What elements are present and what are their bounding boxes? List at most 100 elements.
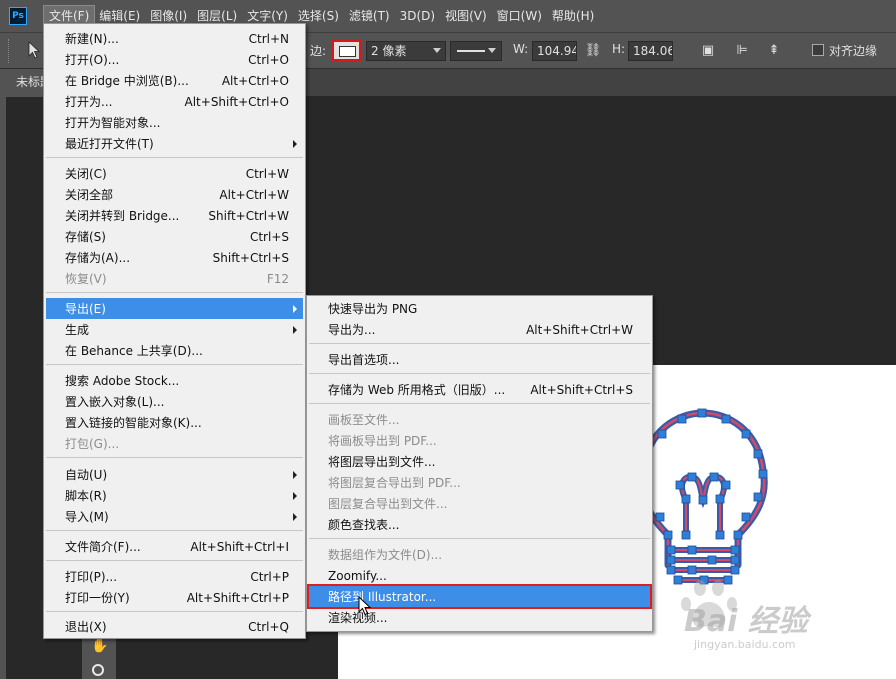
menu-item-automate[interactable]: 自动(U) bbox=[46, 464, 303, 485]
menu-item-place-linked[interactable]: 置入链接的智能对象(K)... bbox=[46, 412, 303, 433]
menu-item-open-as-smart-object[interactable]: 打开为智能对象... bbox=[46, 112, 303, 133]
menu-item-save-as[interactable]: 存储为(A)... Shift+Ctrl+S bbox=[46, 247, 303, 268]
menu-item-label: 在 Bridge 中浏览(B)... bbox=[65, 74, 189, 88]
menu-item-scripts[interactable]: 脚本(R) bbox=[46, 485, 303, 506]
menu-item-artboards-to-pdf[interactable]: 将画板导出到 PDF... bbox=[309, 430, 650, 451]
zoom-tool-icon[interactable] bbox=[92, 664, 104, 676]
submenu-arrow-icon bbox=[293, 305, 297, 313]
menu-item-label: 导出为... bbox=[328, 323, 376, 337]
height-label: H: bbox=[612, 42, 626, 56]
menu-item-search-adobe-stock[interactable]: 搜索 Adobe Stock... bbox=[46, 370, 303, 391]
menu-item-place-embedded[interactable]: 置入嵌入对象(L)... bbox=[46, 391, 303, 412]
watermark-url: jingyan.baidu.com bbox=[694, 638, 796, 651]
menu-separator bbox=[46, 157, 303, 158]
menu-item-label: 搜索 Adobe Stock... bbox=[65, 374, 180, 388]
menu-item-label: 导出首选项... bbox=[328, 353, 400, 367]
menu-item-exit[interactable]: 退出(X) Ctrl+Q bbox=[46, 616, 303, 637]
tools-panel-lower: ✋ bbox=[82, 632, 116, 679]
menu-item-label: 恢复(V) bbox=[65, 272, 107, 286]
menu-item-label: 导出(E) bbox=[65, 302, 106, 316]
menu-item-shortcut: Alt+Shift+Ctrl+I bbox=[190, 539, 289, 554]
menu-item-print[interactable]: 打印(P)... Ctrl+P bbox=[46, 566, 303, 587]
stroke-style-chevron-down-icon[interactable] bbox=[488, 48, 496, 53]
menu-item-label: 在 Behance 上共享(D)... bbox=[65, 344, 203, 358]
menu-item-shortcut: Ctrl+S bbox=[249, 229, 289, 244]
menu-item-browse-in-bridge[interactable]: 在 Bridge 中浏览(B)... Alt+Ctrl+O bbox=[46, 70, 303, 91]
menu-item-label: 脚本(R) bbox=[65, 489, 107, 503]
menu-item-layers-to-files[interactable]: 将图层导出到文件... bbox=[309, 451, 650, 472]
menu-item-file-info[interactable]: 文件简介(F)... Alt+Shift+Ctrl+I bbox=[46, 536, 303, 557]
menu-item-label: 将画板导出到 PDF... bbox=[328, 434, 437, 448]
menu-item-close-and-go-to-bridge[interactable]: 关闭并转到 Bridge... Shift+Ctrl+W bbox=[46, 205, 303, 226]
menu-item-shortcut: Shift+Ctrl+W bbox=[208, 208, 289, 223]
menu-item-shortcut: Ctrl+Q bbox=[248, 619, 289, 634]
menu-item-label: 存储为 Web 所用格式（旧版）... bbox=[328, 383, 506, 397]
menu-item-open[interactable]: 打开(O)... Ctrl+O bbox=[46, 49, 303, 70]
menu-item-close[interactable]: 关闭(C) Ctrl+W bbox=[46, 163, 303, 184]
menu-item-shortcut: Ctrl+P bbox=[250, 569, 289, 584]
menu-item-close-all[interactable]: 关闭全部 Alt+Ctrl+W bbox=[46, 184, 303, 205]
hand-tool-icon[interactable]: ✋ bbox=[91, 638, 108, 654]
menu-item-data-sets-as-files[interactable]: 数据组作为文件(D)... bbox=[309, 544, 650, 565]
menu-item-label: 关闭全部 bbox=[65, 188, 114, 202]
path-selection-tool-icon[interactable] bbox=[27, 41, 41, 59]
menu-item-open-recent[interactable]: 最近打开文件(T) bbox=[46, 133, 303, 154]
file-menu: 新建(N)... Ctrl+N 打开(O)... Ctrl+O 在 Bridge 中… bbox=[43, 23, 306, 639]
menu-item-label: 路径到 Illustrator... bbox=[328, 590, 437, 604]
menu-help[interactable]: 帮助(H) bbox=[547, 6, 599, 26]
width-input[interactable]: 104.94 | bbox=[532, 41, 577, 61]
menu-item-layer-comps-to-files[interactable]: 图层复合导出到文件... bbox=[309, 493, 650, 514]
path-alignment-icon[interactable]: ⊫ bbox=[732, 41, 752, 61]
menu-item-shortcut: Alt+Shift+Ctrl+W bbox=[526, 322, 633, 337]
menu-item-share-on-behance[interactable]: 在 Behance 上共享(D)... bbox=[46, 340, 303, 361]
menu-filter[interactable]: 滤镜(T) bbox=[344, 6, 395, 26]
menu-item-export[interactable]: 导出(E) bbox=[46, 298, 303, 319]
menu-item-package[interactable]: 打包(G)... bbox=[46, 433, 303, 454]
align-edges-checkbox[interactable] bbox=[812, 44, 824, 56]
menu-separator bbox=[46, 292, 303, 293]
menu-item-quick-export-png[interactable]: 快速导出为 PNG bbox=[309, 298, 650, 319]
menu-separator bbox=[46, 457, 303, 458]
menu-item-layer-comps-to-pdf[interactable]: 将图层复合导出到 PDF... bbox=[309, 472, 650, 493]
menu-item-shortcut: Ctrl+N bbox=[248, 31, 289, 46]
options-bar-grip[interactable] bbox=[8, 39, 11, 63]
stroke-width-chevron-down-icon[interactable] bbox=[433, 48, 441, 53]
path-operations-icon[interactable]: ▣ bbox=[698, 41, 718, 61]
menu-item-label: 置入链接的智能对象(K)... bbox=[65, 416, 202, 430]
menu-window[interactable]: 窗口(W) bbox=[492, 6, 547, 26]
menu-item-save[interactable]: 存储(S) Ctrl+S bbox=[46, 226, 303, 247]
menu-item-label: 将图层导出到文件... bbox=[328, 455, 436, 469]
menu-item-print-one-copy[interactable]: 打印一份(Y) Alt+Shift+Ctrl+P bbox=[46, 587, 303, 608]
submenu-arrow-icon bbox=[293, 513, 297, 521]
menu-item-open-as[interactable]: 打开为... Alt+Shift+Ctrl+O bbox=[46, 91, 303, 112]
menu-3d[interactable]: 3D(D) bbox=[395, 6, 440, 26]
path-arrangement-icon[interactable]: ⇞ bbox=[764, 41, 784, 61]
menu-item-revert[interactable]: 恢复(V) F12 bbox=[46, 268, 303, 289]
menu-item-shortcut: F12 bbox=[266, 271, 289, 286]
menu-separator bbox=[46, 530, 303, 531]
height-input[interactable]: 184.06 | bbox=[628, 41, 673, 61]
menu-separator bbox=[309, 373, 650, 374]
menu-item-label: 打印(P)... bbox=[65, 570, 118, 584]
menu-item-new[interactable]: 新建(N)... Ctrl+N bbox=[46, 28, 303, 49]
menu-item-artboards-to-files[interactable]: 画板至文件... bbox=[309, 409, 650, 430]
menu-item-export-preferences[interactable]: 导出首选项... bbox=[309, 349, 650, 370]
menu-item-label: 快速导出为 PNG bbox=[328, 302, 418, 316]
stroke-color-swatch[interactable] bbox=[332, 40, 361, 61]
menu-item-label: 存储为(A)... bbox=[65, 251, 131, 265]
menu-separator bbox=[46, 611, 303, 612]
menu-item-label: 关闭并转到 Bridge... bbox=[65, 209, 180, 223]
photoshop-logo-icon: Ps bbox=[9, 7, 27, 25]
menu-item-import[interactable]: 导入(M) bbox=[46, 506, 303, 527]
menu-item-export-as[interactable]: 导出为... Alt+Shift+Ctrl+W bbox=[309, 319, 650, 340]
menu-view[interactable]: 视图(V) bbox=[440, 6, 492, 26]
menu-item-shortcut: Alt+Shift+Ctrl+S bbox=[530, 382, 633, 397]
baidu-jingyan-watermark: Bai 经验 jingyan.baidu.com bbox=[678, 578, 878, 658]
link-icon[interactable]: ⛓ bbox=[583, 41, 603, 61]
menu-item-label: 图层复合导出到文件... bbox=[328, 497, 448, 511]
menu-item-color-lookup-tables[interactable]: 颜色查找表... bbox=[309, 514, 650, 535]
menu-item-save-for-web[interactable]: 存储为 Web 所用格式（旧版）... Alt+Shift+Ctrl+S bbox=[309, 379, 650, 400]
submenu-arrow-icon bbox=[293, 492, 297, 500]
menu-item-zoomify[interactable]: Zoomify... bbox=[309, 565, 650, 586]
menu-item-generate[interactable]: 生成 bbox=[46, 319, 303, 340]
